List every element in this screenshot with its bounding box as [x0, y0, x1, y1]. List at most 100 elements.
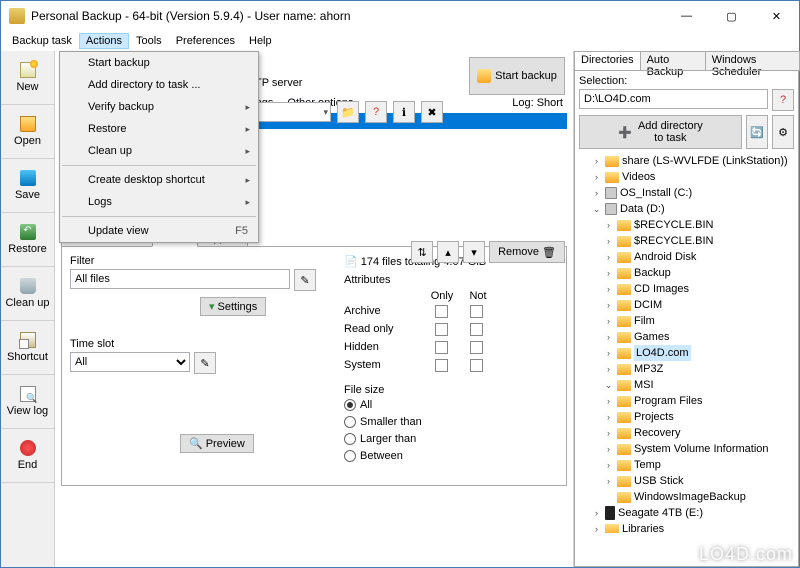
tree-settings-button[interactable]: ⚙	[772, 115, 794, 149]
tab-auto-backup[interactable]: Auto Backup	[640, 51, 706, 71]
tree-node[interactable]: ›Backup	[579, 265, 794, 281]
cb-readonly-not[interactable]	[470, 323, 483, 336]
expand-icon[interactable]: ›	[603, 393, 614, 409]
tree-node[interactable]: ›Projects	[579, 409, 794, 425]
mi-logs[interactable]: Logs	[60, 191, 258, 213]
mi-verify-backup[interactable]: Verify backup	[60, 96, 258, 118]
tab-directories[interactable]: Directories	[574, 51, 641, 71]
mi-create-shortcut[interactable]: Create desktop shortcut	[60, 169, 258, 191]
filter-settings-button[interactable]: ▾Settings	[200, 297, 266, 316]
tree-node[interactable]: ›OS_Install (C:)	[579, 185, 794, 201]
expand-icon[interactable]: ›	[603, 313, 614, 329]
rb-between[interactable]	[344, 450, 356, 462]
tree-node[interactable]: ›DCIM	[579, 297, 794, 313]
tree-node[interactable]: ›Seagate 4TB (E:)	[579, 505, 794, 521]
save-button[interactable]: Save	[1, 159, 54, 213]
expand-icon[interactable]: ›	[603, 329, 614, 345]
tree-node[interactable]: ⌄MSI	[579, 377, 794, 393]
new-button[interactable]: New	[1, 51, 54, 105]
cleanup-button[interactable]: Clean up	[1, 267, 54, 321]
refresh-tree-button[interactable]: 🔄	[746, 115, 768, 149]
expand-icon[interactable]: ›	[603, 249, 614, 265]
cb-archive-only[interactable]	[435, 305, 448, 318]
expand-icon[interactable]: ›	[591, 505, 602, 521]
rb-larger[interactable]	[344, 433, 356, 445]
menu-preferences[interactable]: Preferences	[169, 33, 242, 49]
tree-node[interactable]: ›$RECYCLE.BIN	[579, 217, 794, 233]
mi-update-view[interactable]: Update viewF5	[60, 220, 258, 242]
remove-dest-button[interactable]: ✖	[421, 101, 443, 123]
expand-icon[interactable]: ›	[603, 361, 614, 377]
cb-hidden-not[interactable]	[470, 341, 483, 354]
tree-node[interactable]: ›MP3Z	[579, 361, 794, 377]
tree-node[interactable]: ›Android Disk	[579, 249, 794, 265]
expand-icon[interactable]: ›	[591, 521, 602, 533]
log-mode-label[interactable]: Log: Short	[512, 97, 563, 109]
expand-icon[interactable]: ›	[603, 297, 614, 313]
expand-icon[interactable]: ›	[591, 153, 602, 169]
move-up-button[interactable]: ▴	[437, 241, 459, 263]
expand-icon[interactable]: ›	[603, 281, 614, 297]
selection-input[interactable]	[579, 89, 768, 109]
remove-button[interactable]: Remove🗑	[489, 241, 565, 263]
tree-node[interactable]: WindowsImageBackup	[579, 489, 794, 505]
menu-tools[interactable]: Tools	[129, 33, 169, 49]
mi-cleanup[interactable]: Clean up	[60, 140, 258, 162]
browse-button[interactable]: 📁	[337, 101, 359, 123]
mi-start-backup[interactable]: Start backup	[60, 52, 258, 74]
tree-node[interactable]: ›share (LS-WVLFDE (LinkStation))	[579, 153, 794, 169]
move-down-button[interactable]: ▾	[463, 241, 485, 263]
mi-restore[interactable]: Restore	[60, 118, 258, 140]
tree-node[interactable]: ›USB Stick	[579, 473, 794, 489]
cb-system-not[interactable]	[470, 359, 483, 372]
cb-system-only[interactable]	[435, 359, 448, 372]
cb-archive-not[interactable]	[470, 305, 483, 318]
timeslot-edit-button[interactable]: ✎	[194, 352, 216, 374]
tree-node[interactable]: ›Recovery	[579, 425, 794, 441]
expand-icon[interactable]: ›	[603, 265, 614, 281]
filter-input[interactable]	[70, 269, 290, 289]
tree-node[interactable]: ›Libraries	[579, 521, 794, 533]
expand-icon[interactable]: ›	[603, 457, 614, 473]
expand-icon[interactable]: ›	[603, 473, 614, 489]
sort-button[interactable]: ⇅	[411, 241, 433, 263]
rb-smaller[interactable]	[344, 416, 356, 428]
directory-tree[interactable]: ›share (LS-WVLFDE (LinkStation))›Videos›…	[579, 153, 794, 533]
tree-node[interactable]: ›Program Files	[579, 393, 794, 409]
tree-node[interactable]: ›$RECYCLE.BIN	[579, 233, 794, 249]
restore-button[interactable]: Restore	[1, 213, 54, 267]
expand-icon[interactable]: ›	[603, 217, 614, 233]
open-button[interactable]: Open	[1, 105, 54, 159]
expand-icon[interactable]: ›	[603, 409, 614, 425]
selection-help-button[interactable]: ?	[772, 89, 794, 111]
menu-actions[interactable]: Actions	[79, 33, 129, 49]
filter-edit-button[interactable]: ✎	[294, 269, 316, 291]
menu-backup-task[interactable]: Backup task	[5, 33, 79, 49]
tree-node[interactable]: ›Videos	[579, 169, 794, 185]
preview-button[interactable]: 🔍Preview	[180, 434, 254, 453]
expand-icon[interactable]: ›	[603, 441, 614, 457]
end-button[interactable]: End	[1, 429, 54, 483]
maximize-button[interactable]: ▢	[709, 1, 754, 31]
expand-icon[interactable]: ›	[603, 345, 614, 361]
expand-icon[interactable]: ⌄	[603, 377, 614, 393]
mi-add-directory[interactable]: Add directory to task ...	[60, 74, 258, 96]
tree-node[interactable]: ›LO4D.com	[579, 345, 794, 361]
tree-node[interactable]: ›Games	[579, 329, 794, 345]
expand-icon[interactable]: ›	[603, 425, 614, 441]
help-button[interactable]: ?	[365, 101, 387, 123]
cb-readonly-only[interactable]	[435, 323, 448, 336]
tree-node[interactable]: ›CD Images	[579, 281, 794, 297]
expand-icon[interactable]: ⌄	[591, 201, 602, 217]
shortcut-button[interactable]: Shortcut	[1, 321, 54, 375]
cb-hidden-only[interactable]	[435, 341, 448, 354]
expand-icon[interactable]: ›	[603, 233, 614, 249]
minimize-button[interactable]: —	[664, 1, 709, 31]
tree-node[interactable]: ›Film	[579, 313, 794, 329]
tree-node[interactable]: ›Temp	[579, 457, 794, 473]
rb-all[interactable]	[344, 399, 356, 411]
info-button[interactable]: ℹ	[393, 101, 415, 123]
timeslot-select[interactable]: All	[70, 352, 190, 372]
viewlog-button[interactable]: View log	[1, 375, 54, 429]
close-button[interactable]: ✕	[754, 1, 799, 31]
